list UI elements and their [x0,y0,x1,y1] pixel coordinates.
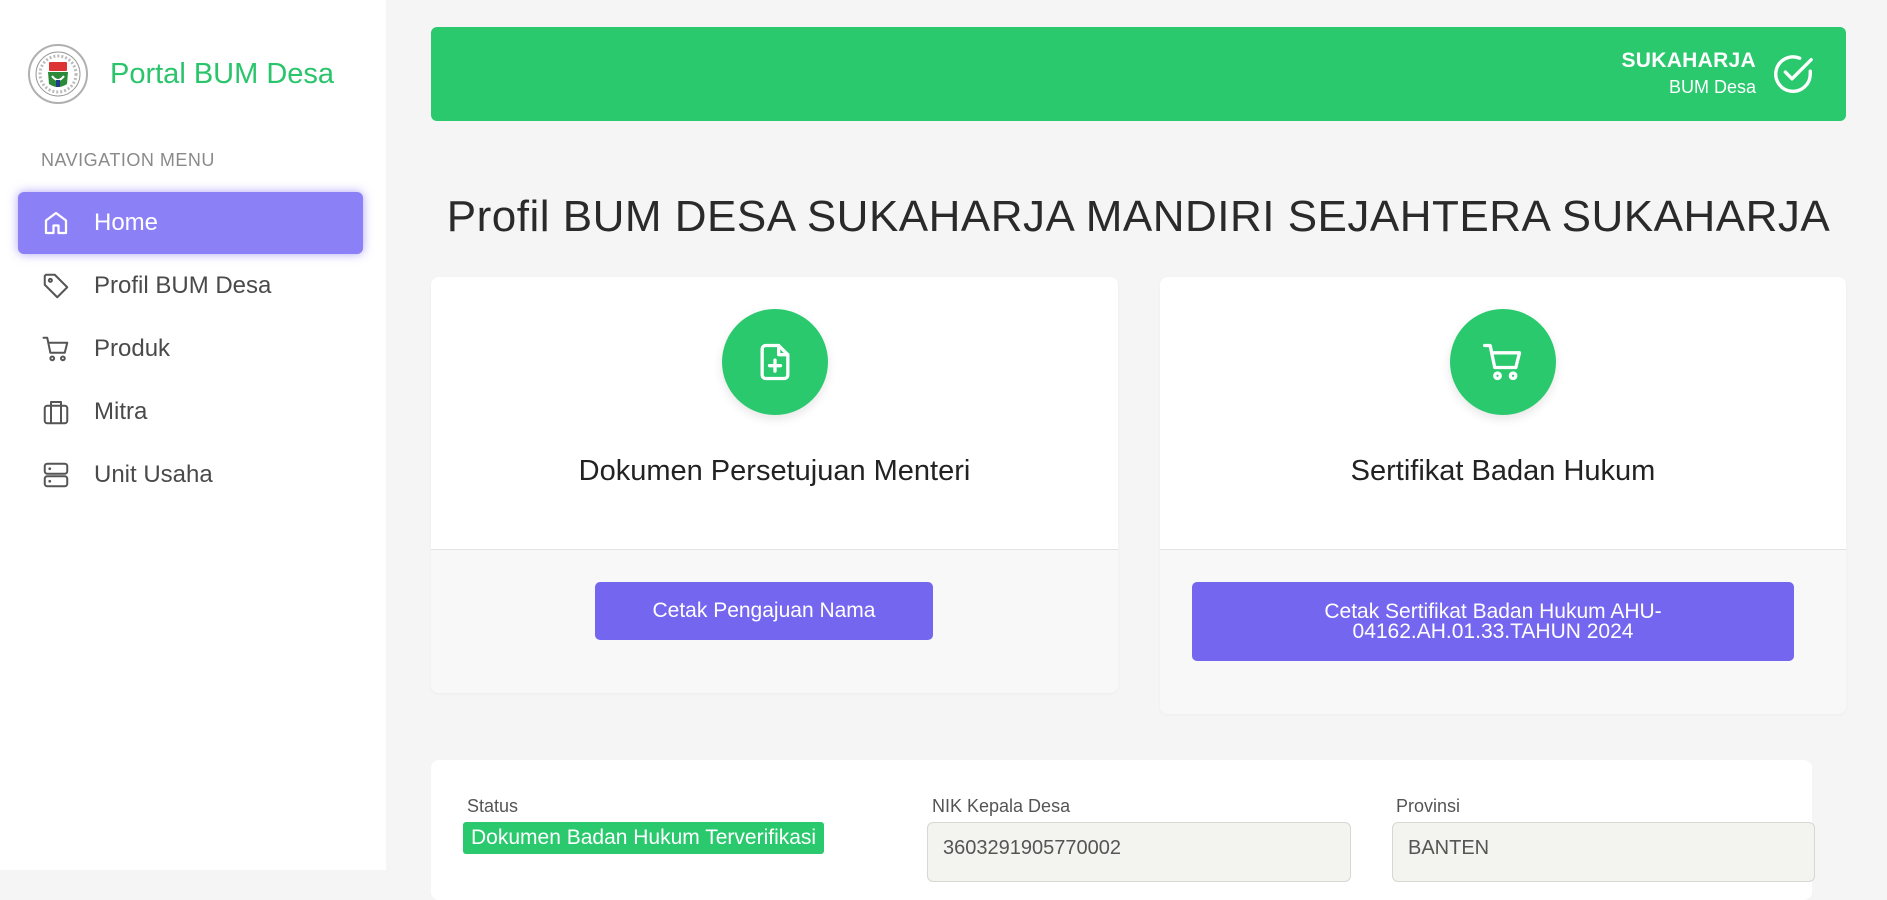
logo-icon [28,44,88,104]
card-dokumen-persetujuan: Dokumen Persetujuan Menteri Cetak Pengaj… [431,277,1118,693]
brand-name: Portal BUM Desa [110,57,335,90]
provinsi-label: Provinsi [1396,796,1461,816]
user-name: SUKAHARJA [1621,49,1756,72]
card-footer: Cetak Pengajuan Nama [431,549,1118,693]
sidebar-item-profil[interactable]: Profil BUM Desa [18,255,363,317]
sidebar-item-label: Mitra [94,398,148,425]
nik-field[interactable]: 3603291905770002 [927,822,1351,882]
sidebar-item-mitra[interactable]: Mitra [18,381,363,443]
sidebar-item-produk[interactable]: Produk [18,318,363,380]
home-icon [40,207,72,239]
server-icon [40,459,72,491]
sidebar-item-label: Profil BUM Desa [94,272,272,299]
sidebar-item-home[interactable]: Home [18,192,363,254]
card-title: Dokumen Persetujuan Menteri [578,455,971,487]
card-sertifikat-badan-hukum: Sertifikat Badan Hukum Cetak Sertifikat … [1160,277,1846,714]
briefcase-icon [40,396,72,428]
brand[interactable]: Portal BUM Desa [28,44,334,104]
check-circle-icon[interactable] [1770,51,1816,97]
nav-heading: NAVIGATION MENU [41,150,215,170]
user-role: BUM Desa [1668,77,1756,97]
sidebar-item-label: Produk [94,335,171,362]
user-info[interactable]: SUKAHARJA BUM Desa [1621,49,1756,98]
cetak-pengajuan-nama-button[interactable]: Cetak Pengajuan Nama [595,582,933,640]
sidebar-item-unit-usaha[interactable]: Unit Usaha [18,444,363,506]
tag-icon [40,270,72,302]
nik-label: NIK Kepala Desa [932,796,1071,816]
profile-info-card: Status Dokumen Badan Hukum Terverifikasi… [431,760,1815,900]
sidebar: Portal BUM Desa NAVIGATION MENU Home Pro… [0,0,386,870]
file-plus-icon [721,309,828,415]
cart-icon [40,333,72,365]
provinsi-field[interactable]: BANTEN [1392,822,1815,882]
page-title: Profil BUM DESA SUKAHARJA MANDIRI SEJAHT… [446,192,1831,241]
sidebar-item-label: Unit Usaha [94,461,213,488]
status-label: Status [467,796,519,816]
sidebar-item-label: Home [94,209,159,236]
cart-icon [1450,309,1556,415]
cetak-sertifikat-button[interactable]: Cetak Sertifikat Badan Hukum AHU-04162.A… [1192,582,1794,661]
card-title: Sertifikat Badan Hukum [1350,455,1656,487]
card-footer: Cetak Sertifikat Badan Hukum AHU-04162.A… [1160,549,1846,714]
status-badge: Dokumen Badan Hukum Terverifikasi [463,822,825,854]
nav-menu: Home Profil BUM Desa Produk Mitra Unit U… [18,192,363,507]
header-banner: SUKAHARJA BUM Desa [431,27,1846,121]
